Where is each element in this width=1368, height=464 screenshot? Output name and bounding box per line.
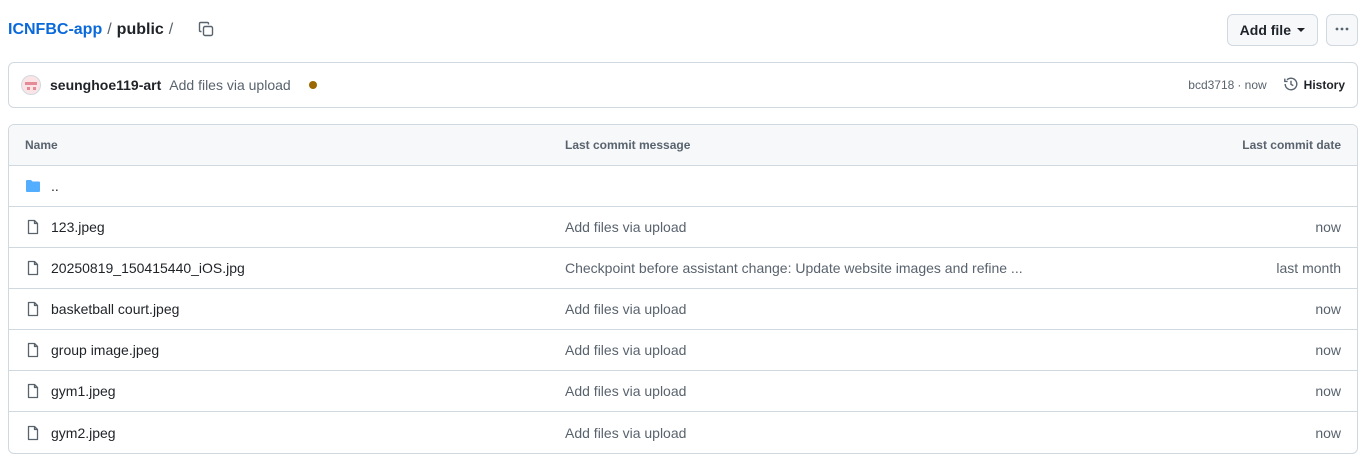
file-icon (25, 342, 41, 358)
topbar-actions: Add file (1226, 14, 1358, 46)
commit-date: now (1315, 383, 1341, 399)
file-icon (25, 383, 41, 399)
file-icon (25, 301, 41, 317)
breadcrumb-separator: / (107, 21, 112, 38)
parent-dir-link[interactable]: .. (51, 178, 59, 194)
top-bar: ICNFBC-app / public / Add file (8, 14, 1358, 46)
breadcrumb: ICNFBC-app / public / (8, 21, 178, 39)
commit-meta: bcd3718 · now History (1188, 76, 1345, 95)
commit-message-link[interactable]: Checkpoint before assistant change: Upda… (565, 260, 1023, 276)
table-row[interactable]: gym1.jpeg Add files via upload now (9, 371, 1357, 412)
header-message: Last commit message (565, 138, 691, 152)
commit-date: now (1315, 424, 1341, 441)
file-icon (25, 425, 41, 441)
table-row[interactable]: gym2.jpeg Add files via upload now (9, 412, 1357, 453)
breadcrumb-trailing-separator: / (168, 21, 174, 38)
avatar[interactable] (21, 75, 41, 95)
file-name-link[interactable]: 123.jpeg (51, 219, 105, 235)
header-name: Name (25, 138, 58, 152)
add-file-button[interactable]: Add file (1226, 14, 1318, 46)
file-name-link[interactable]: 20250819_150415440_iOS.jpg (51, 260, 245, 276)
commit-date: last month (1276, 260, 1341, 276)
file-icon (25, 219, 41, 235)
history-label: History (1303, 78, 1345, 92)
commit-date: now (1315, 342, 1341, 358)
commit-message-link[interactable]: Add files via upload (565, 301, 686, 317)
add-file-label: Add file (1239, 22, 1291, 38)
commit-message-link[interactable]: Add files via upload (565, 383, 686, 399)
copy-path-button[interactable] (192, 16, 220, 44)
chevron-down-icon (1297, 28, 1305, 32)
commit-sha-link[interactable]: bcd3718 (1188, 78, 1234, 92)
copy-icon (198, 21, 214, 40)
commit-author-link[interactable]: seunghoe119-art (50, 77, 161, 93)
commit-message-link[interactable]: Add files via upload (565, 219, 686, 235)
commit-date: now (1315, 301, 1341, 317)
commit-time: · now (1237, 78, 1267, 92)
kebab-icon (1334, 21, 1350, 40)
file-name-link[interactable]: gym2.jpeg (51, 425, 116, 441)
commit-status-dot[interactable] (308, 81, 317, 89)
more-options-button[interactable] (1326, 14, 1358, 46)
parent-dir-row[interactable]: .. (9, 166, 1357, 207)
file-icon (25, 260, 41, 276)
commit-message-link[interactable]: Add files via upload (565, 342, 686, 358)
latest-commit-bar: seunghoe119-art Add files via upload bcd… (8, 62, 1358, 108)
table-row[interactable]: 20250819_150415440_iOS.jpg Checkpoint be… (9, 248, 1357, 289)
breadcrumb-current-dir: public (116, 21, 164, 38)
history-button[interactable]: History (1283, 76, 1345, 95)
file-table: Name Last commit message Last commit dat… (8, 124, 1358, 454)
commit-date: now (1315, 219, 1341, 235)
file-name-link[interactable]: basketball court.jpeg (51, 301, 179, 317)
file-name-link[interactable]: group image.jpeg (51, 342, 159, 358)
table-row[interactable]: group image.jpeg Add files via upload no… (9, 330, 1357, 371)
commit-message-link[interactable]: Add files via upload (565, 425, 686, 441)
table-row[interactable]: basketball court.jpeg Add files via uplo… (9, 289, 1357, 330)
table-header: Name Last commit message Last commit dat… (9, 125, 1357, 166)
commit-message-link[interactable]: Add files via upload (169, 77, 290, 93)
file-name-link[interactable]: gym1.jpeg (51, 383, 116, 399)
header-date: Last commit date (1242, 138, 1341, 152)
table-row[interactable]: 123.jpeg Add files via upload now (9, 207, 1357, 248)
breadcrumb-repo-link[interactable]: ICNFBC-app (8, 21, 102, 39)
folder-icon (25, 178, 41, 194)
history-icon (1283, 76, 1299, 95)
